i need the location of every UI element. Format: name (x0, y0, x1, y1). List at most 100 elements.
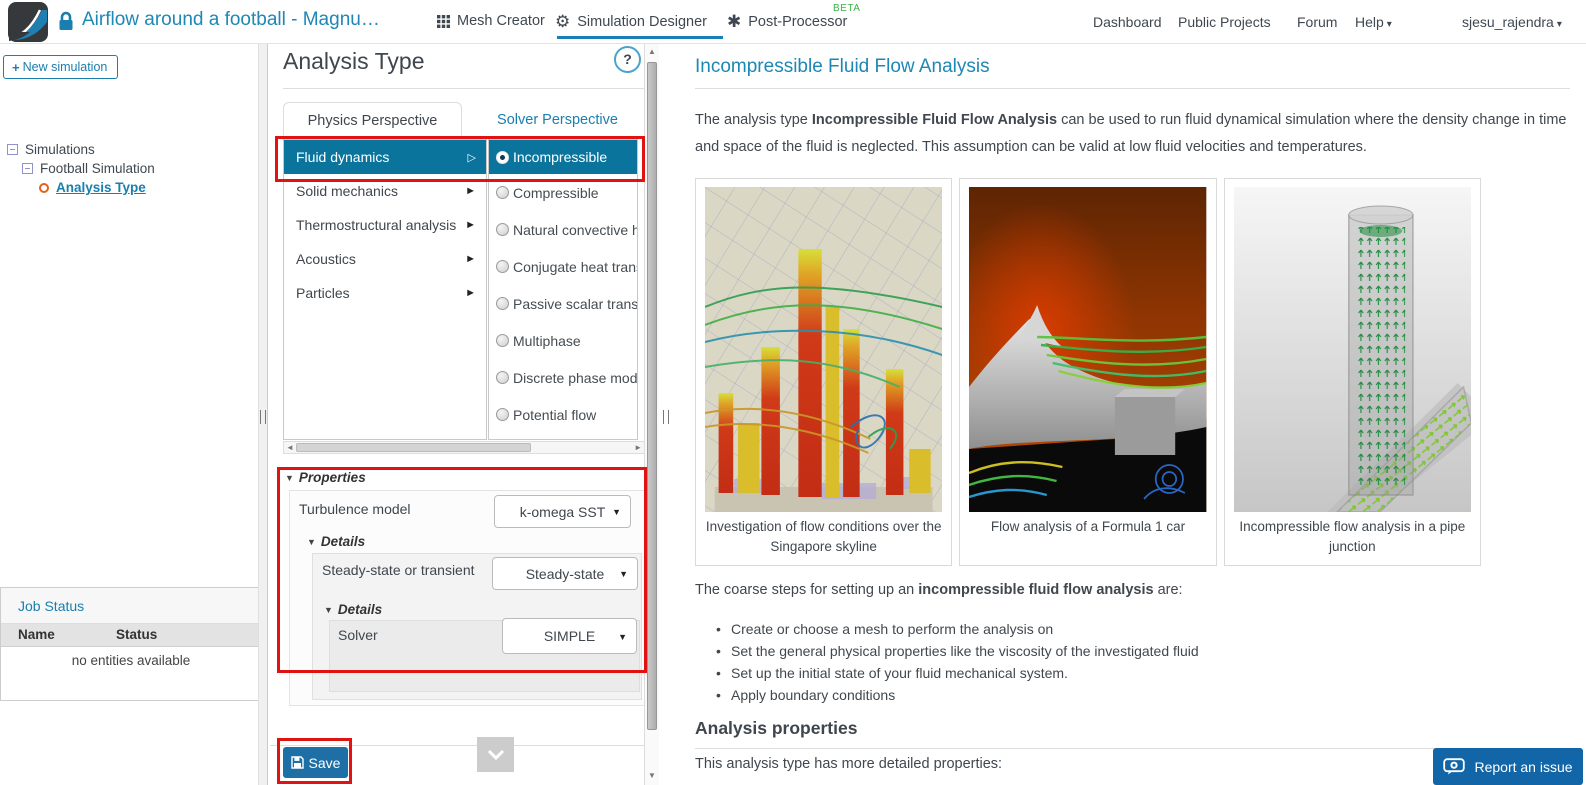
gears-icon: ⚙ (555, 12, 571, 31)
tab-physics-perspective[interactable]: Physics Perspective (283, 102, 462, 139)
turbulence-model-select[interactable]: k-omega SST ▼ (494, 495, 631, 528)
report-issue-button[interactable]: Report an issue (1433, 748, 1583, 785)
solver-select[interactable]: SIMPLE ▼ (502, 618, 637, 654)
subtype-incompressible[interactable]: Incompressible (489, 140, 637, 174)
tab-post-processor-label: Post-Processor (748, 13, 848, 30)
analysis-properties-heading: Analysis properties (695, 718, 858, 738)
radio-icon[interactable] (496, 186, 509, 199)
vertical-scrollbar[interactable]: ▲ ▼ (644, 44, 659, 785)
divider (283, 88, 645, 89)
project-title: Airflow around a football - Magnu… (82, 9, 380, 30)
horizontal-scrollbar[interactable]: ◄ ► (283, 441, 645, 454)
divider (695, 88, 1570, 89)
radio-icon[interactable] (496, 297, 509, 310)
select-caret-icon: ▼ (618, 632, 627, 642)
subtype-passive-scalar[interactable]: Passive scalar transport (489, 285, 637, 322)
figure-skyline-image (705, 187, 943, 512)
category-thermostructural[interactable]: Thermostructural analysis ► (284, 208, 486, 242)
scroll-left-icon[interactable]: ◄ (286, 442, 294, 453)
nav-public-projects[interactable]: Public Projects (1178, 14, 1271, 30)
doc-heading: Incompressible Fluid Flow Analysis (695, 56, 990, 77)
collapse-icon[interactable] (7, 144, 18, 155)
vertical-scrollbar-thumb[interactable] (647, 62, 657, 730)
simscale-logo-icon[interactable] (8, 2, 48, 42)
category-acoustics[interactable]: Acoustics ► (284, 242, 486, 276)
subtype-compressible-label: Compressible (513, 184, 599, 201)
scroll-up-icon[interactable]: ▲ (648, 47, 656, 56)
subtype-discrete-phase[interactable]: Discrete phase model (489, 359, 637, 396)
radio-icon[interactable] (496, 334, 509, 347)
tab-post-processor[interactable]: ✱ Post-Processor (727, 13, 847, 30)
subtype-conjugate-heat-label: Conjugate heat transfer (513, 258, 637, 275)
details-toggle-2[interactable]: ▼ Details (324, 602, 382, 617)
scroll-right-icon[interactable]: ► (634, 442, 642, 453)
scroll-down-icon[interactable]: ▼ (648, 771, 656, 780)
new-simulation-label: New simulation (22, 60, 108, 74)
subtype-natural-convective[interactable]: Natural convective heat transfer (489, 211, 637, 248)
list-item: Set up the initial state of your fluid m… (716, 666, 1199, 682)
radio-selected-icon[interactable] (496, 150, 509, 164)
figure-formula1: Flow analysis of a Formula 1 car (959, 178, 1217, 566)
status-circle-icon (39, 182, 49, 193)
save-button[interactable]: Save (283, 747, 348, 778)
help-button[interactable]: ? (614, 46, 641, 73)
save-button-label: Save (308, 754, 341, 771)
job-column-status: Status (116, 627, 158, 642)
caret-down-icon: ▾ (1386, 19, 1392, 30)
subtype-conjugate-heat[interactable]: Conjugate heat transfer (489, 248, 637, 285)
grid-icon (437, 14, 450, 28)
subtype-menu: Incompressible Compressible Natural conv… (488, 139, 638, 440)
plus-icon: + (12, 59, 20, 75)
figure-pipe-junction-image (1233, 187, 1471, 512)
gear-burst-icon: ✱ (727, 12, 742, 31)
radio-icon[interactable] (496, 260, 509, 273)
subtype-compressible[interactable]: Compressible (489, 174, 637, 211)
user-name: sjesu_rajendra (1462, 14, 1554, 30)
radio-icon[interactable] (496, 371, 509, 384)
splitter-grip-icon (260, 410, 266, 424)
radio-icon[interactable] (496, 408, 509, 421)
nav-help-label: Help (1355, 14, 1384, 30)
steps-intro-pre: The coarse steps for setting up an (695, 582, 919, 598)
report-issue-label: Report an issue (1474, 758, 1573, 775)
left-sidebar: + New simulation Simulations Football Si… (0, 44, 262, 785)
job-status-title: Job Status (1, 588, 261, 624)
nav-dashboard[interactable]: Dashboard (1093, 14, 1162, 30)
subtype-multiphase[interactable]: Multiphase (489, 322, 637, 359)
floppy-icon (290, 756, 304, 769)
category-fluid-dynamics[interactable]: Fluid dynamics ▷ (284, 140, 486, 174)
category-solid-mechanics-label: Solid mechanics (296, 183, 398, 199)
horizontal-scrollbar-thumb[interactable] (296, 443, 531, 452)
category-menu: Fluid dynamics ▷ Solid mechanics ► Therm… (283, 139, 487, 440)
job-status-empty-text: no entities available (71, 653, 191, 668)
subtype-discrete-phase-label: Discrete phase model (513, 369, 637, 386)
new-simulation-button[interactable]: + New simulation (3, 55, 119, 79)
tab-mesh-creator[interactable]: Mesh Creator (437, 13, 545, 29)
steady-transient-select[interactable]: Steady-state ▼ (492, 557, 638, 590)
tree-item-simulations[interactable]: Simulations (7, 142, 95, 157)
collapse-panel-button[interactable] (477, 737, 514, 772)
submenu-arrow-icon: ► (465, 253, 476, 265)
panel-splitter[interactable] (659, 44, 672, 785)
properties-toggle[interactable]: ▼ Properties (285, 470, 366, 485)
user-menu[interactable]: sjesu_rajendra ▾ (1462, 14, 1562, 30)
panel-splitter[interactable] (258, 44, 268, 785)
tree-item-analysis-type[interactable]: Analysis Type (39, 180, 146, 195)
list-item: Create or choose a mesh to perform the a… (716, 622, 1199, 638)
steps-intro: The coarse steps for setting up an incom… (695, 582, 1183, 598)
category-particles[interactable]: Particles ► (284, 276, 486, 310)
job-status-header-row: Name Status (1, 624, 261, 647)
figure-skyline: Investigation of flow conditions over th… (695, 178, 953, 566)
tab-solver-perspective[interactable]: Solver Perspective (470, 102, 645, 139)
radio-icon[interactable] (496, 223, 509, 236)
subtype-potential-flow[interactable]: Potential flow (489, 396, 637, 433)
documentation-pane: Incompressible Fluid Flow Analysis The a… (672, 44, 1586, 785)
tree-item-analysis-type-label: Analysis Type (56, 180, 146, 195)
nav-help[interactable]: Help ▾ (1355, 14, 1392, 30)
tab-simulation-designer[interactable]: ⚙ Simulation Designer (555, 13, 707, 30)
collapse-icon[interactable] (22, 163, 33, 174)
nav-forum[interactable]: Forum (1297, 14, 1337, 30)
tree-item-football-simulation[interactable]: Football Simulation (22, 161, 155, 176)
details-toggle-1[interactable]: ▼ Details (307, 534, 365, 549)
category-solid-mechanics[interactable]: Solid mechanics ► (284, 174, 486, 208)
